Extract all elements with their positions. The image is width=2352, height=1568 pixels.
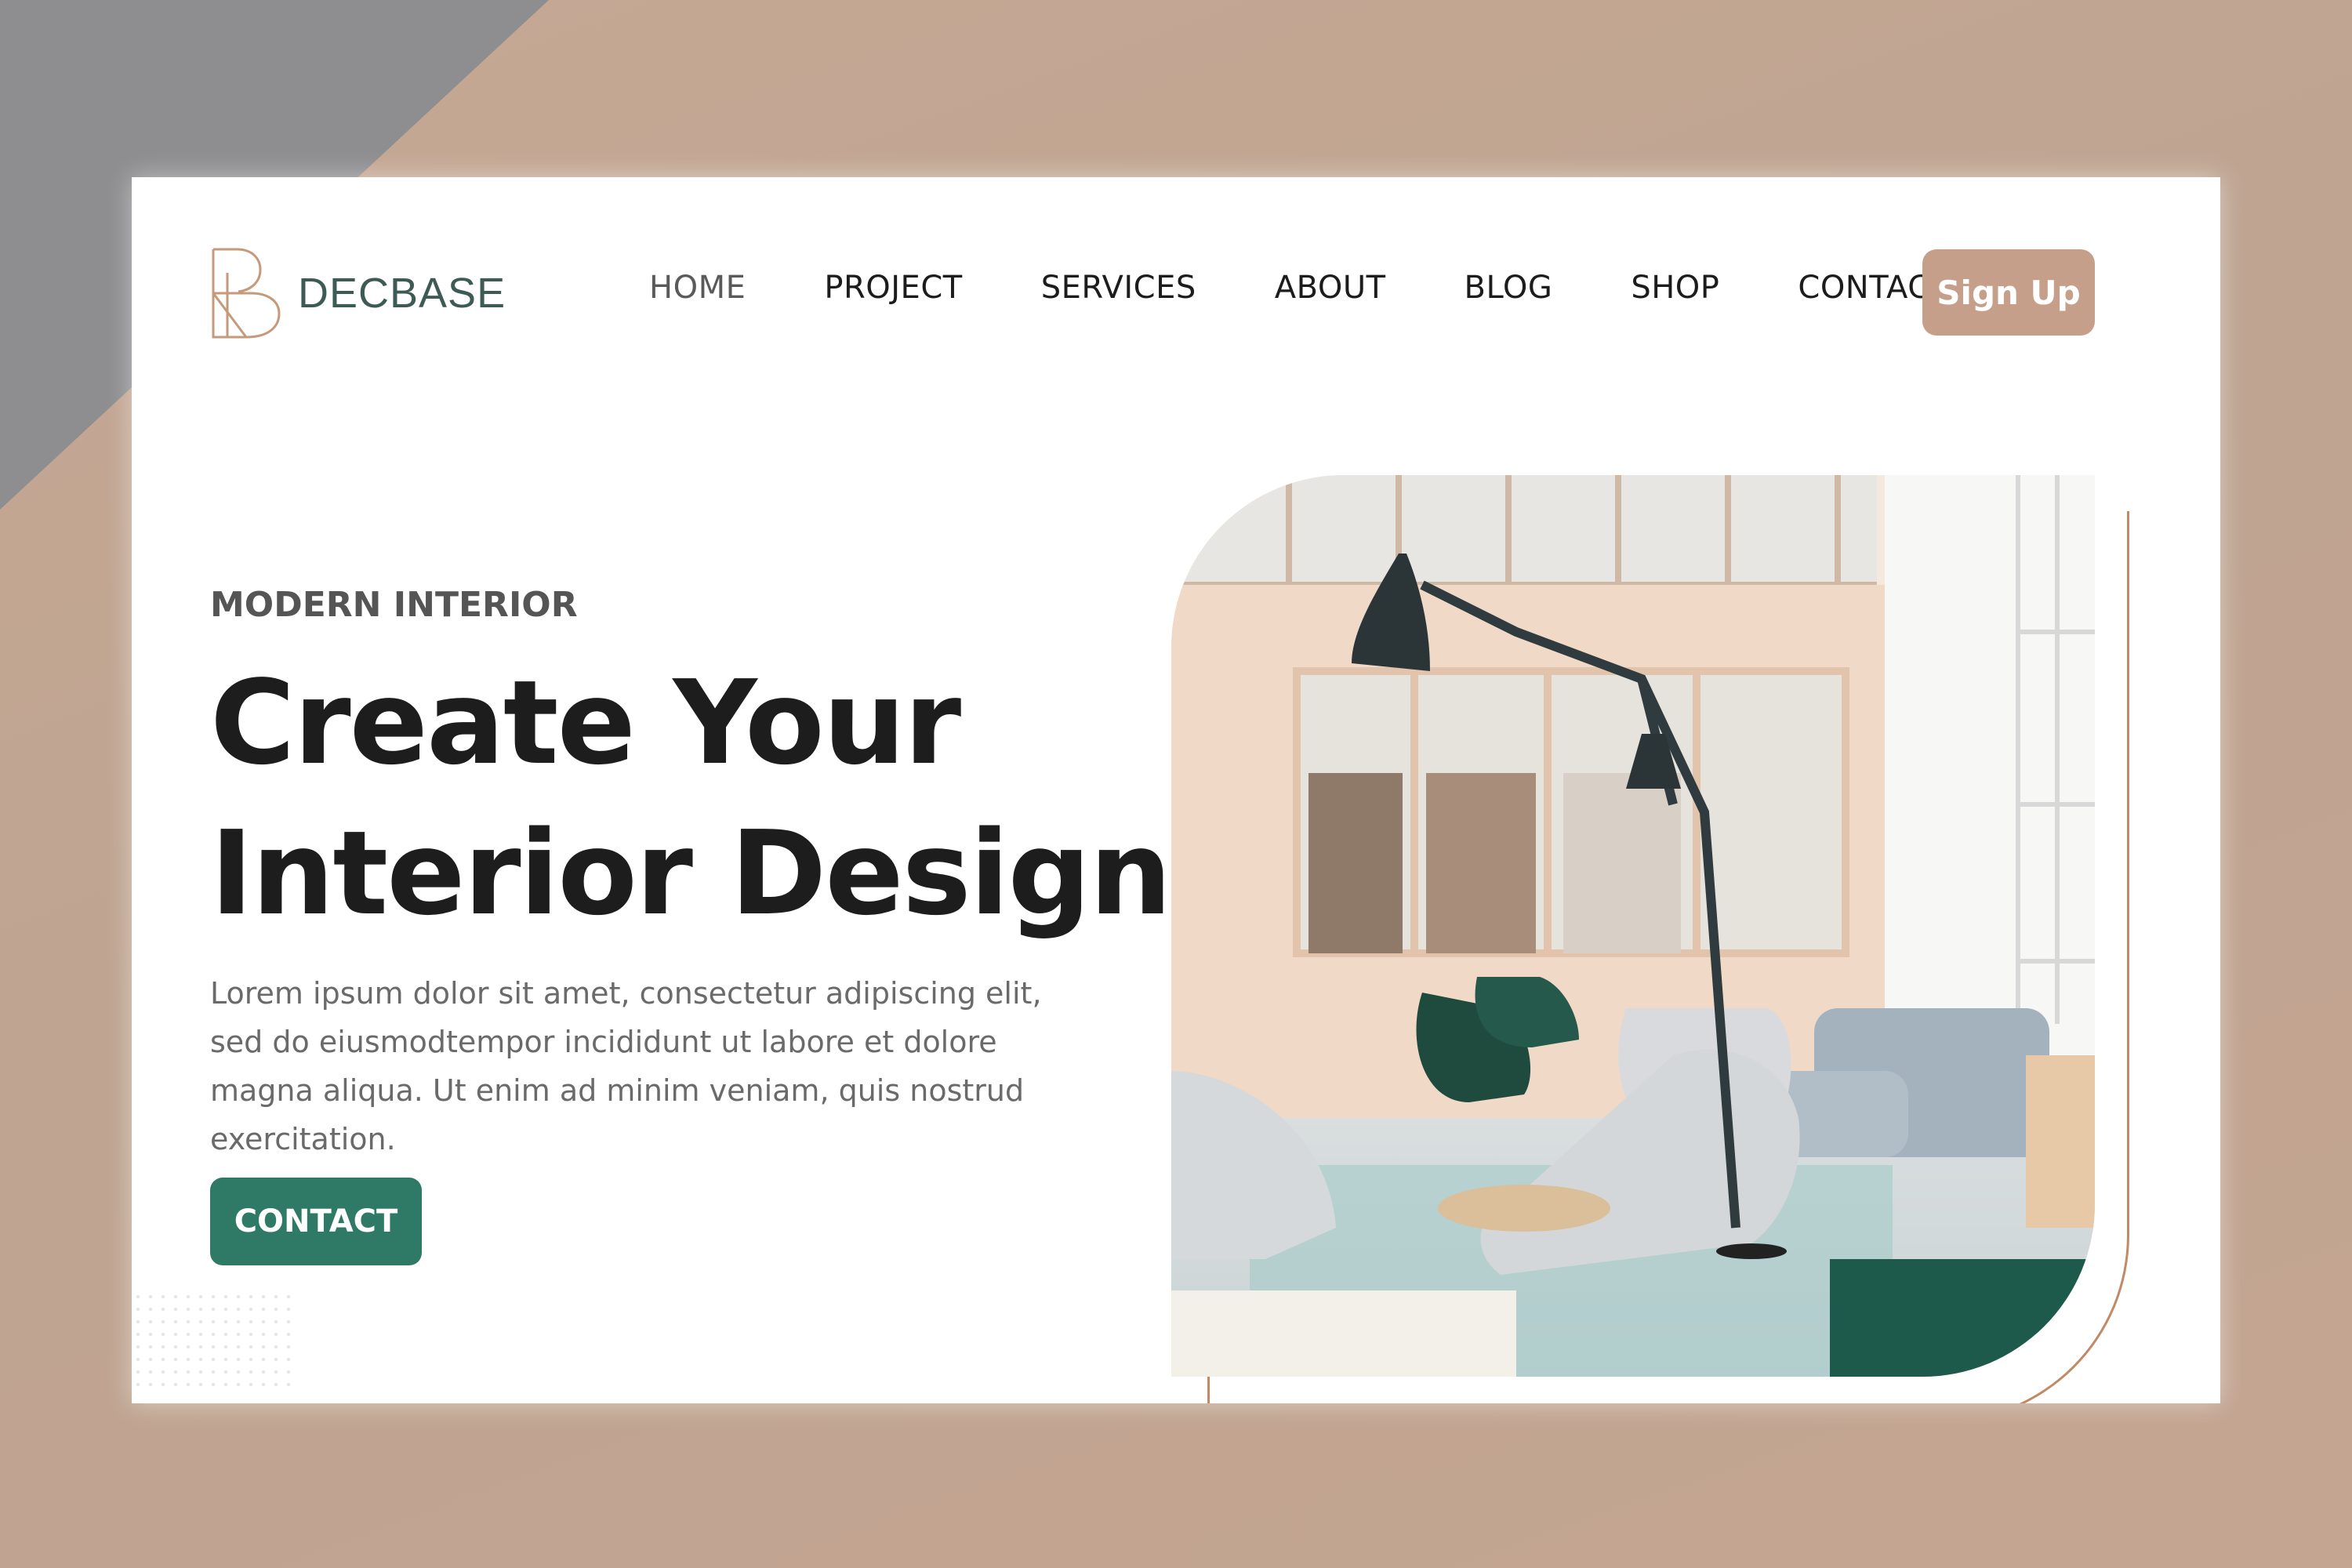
headline-line-1: Create Your <box>210 655 961 790</box>
b-monogram-logo-icon <box>212 248 281 339</box>
hero-eyebrow: MODERN INTERIOR <box>210 585 578 625</box>
main-nav: HOME PROJECT SERVICES ABOUT BLOG SHOP CO… <box>649 270 2028 306</box>
nav-about[interactable]: ABOUT <box>1275 270 1386 306</box>
interior-photo <box>1171 475 2095 1377</box>
nav-home[interactable]: HOME <box>649 270 746 306</box>
hero-paragraph: Lorem ipsum dolor sit amet, consectetur … <box>210 976 1042 1156</box>
nav-services[interactable]: SERVICES <box>1041 270 1196 306</box>
dot-pattern-decoration <box>132 1290 296 1392</box>
hero-headline: Create Your Interior Design. <box>210 648 1214 949</box>
nav-shop[interactable]: SHOP <box>1631 270 1719 306</box>
sign-up-button[interactable]: Sign Up <box>1922 249 2095 336</box>
contact-button[interactable]: CONTACT <box>210 1178 422 1265</box>
landing-page-card: DECBASE HOME PROJECT SERVICES ABOUT BLOG… <box>132 177 2220 1403</box>
headline-line-2: Interior Design. <box>210 806 1214 941</box>
interior-scene-illustration <box>1171 475 2095 1377</box>
nav-blog[interactable]: BLOG <box>1465 270 1553 306</box>
brand-name: DECBASE <box>298 270 506 317</box>
brand-logo[interactable]: DECBASE <box>210 246 506 340</box>
nav-project[interactable]: PROJECT <box>824 270 962 306</box>
